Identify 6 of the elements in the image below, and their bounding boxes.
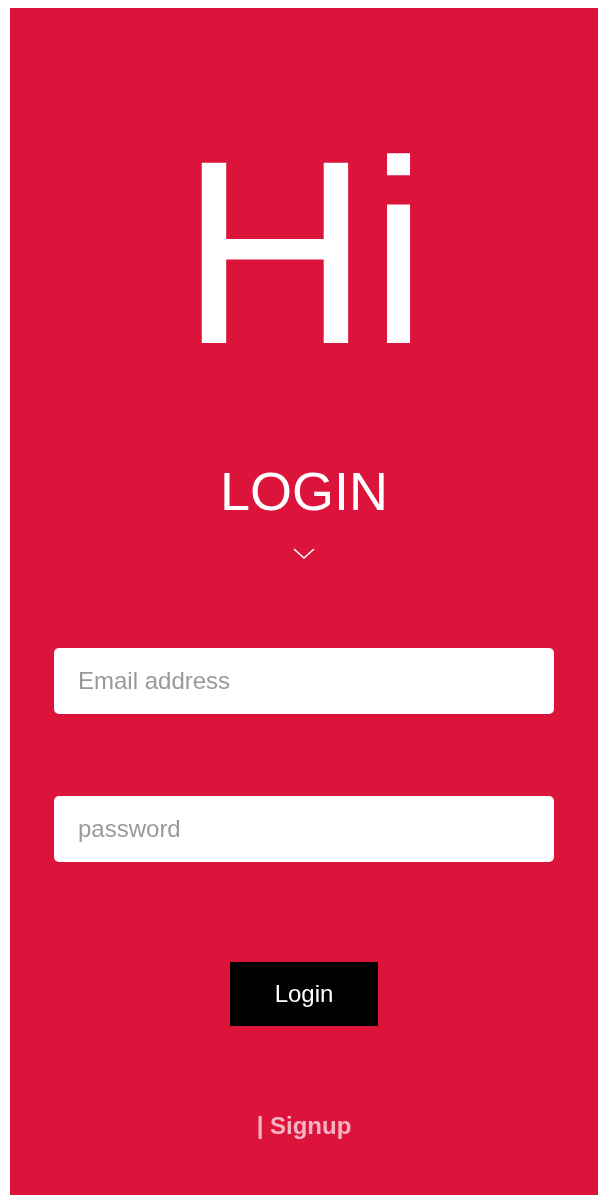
chevron-down-icon — [293, 548, 315, 560]
greeting-text: Hi — [180, 122, 428, 384]
login-heading: LOGIN — [219, 464, 388, 518]
login-button[interactable]: Login — [230, 962, 378, 1026]
password-field[interactable]: password — [54, 796, 554, 862]
email-field[interactable]: Email address — [54, 648, 554, 714]
